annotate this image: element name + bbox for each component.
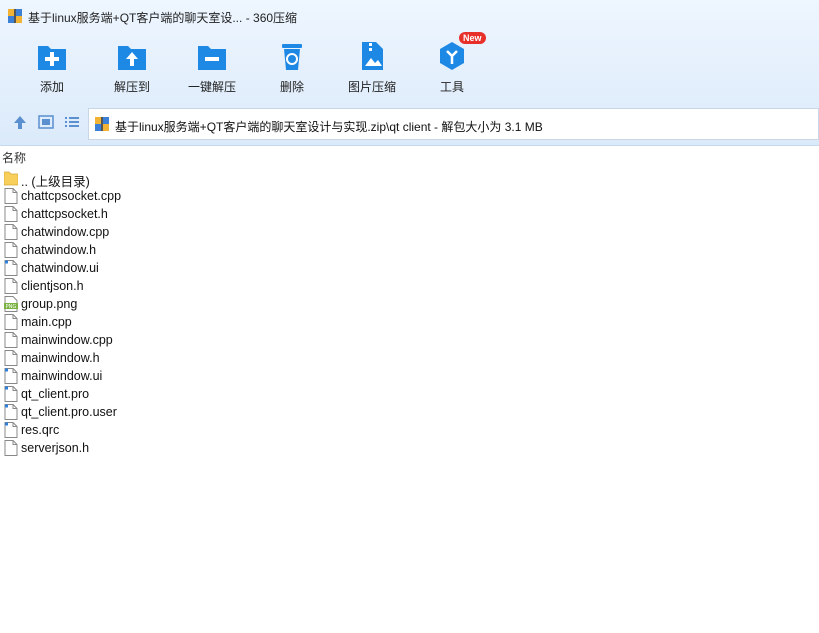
file-name: qt_client.pro.user	[21, 405, 117, 419]
file-name: clientjson.h	[21, 279, 84, 293]
tools-label: 工具	[439, 80, 464, 94]
app-icon	[8, 9, 22, 23]
title-bar: 基于linux服务端+QT客户端的聊天室设... - 360压缩	[0, 0, 819, 32]
file-row[interactable]: mainwindow.h	[0, 349, 819, 367]
file-icon	[4, 206, 18, 222]
extract-to-label: 解压到	[113, 80, 150, 94]
file-name: chatwindow.ui	[21, 261, 99, 275]
file-name: chattcpsocket.cpp	[21, 189, 122, 203]
file-name: chatwindow.h	[21, 243, 97, 257]
file-row[interactable]: serverjson.h	[0, 439, 819, 457]
file-list: .. (上级目录) chattcpsocket.cpp chattcpsocket.…	[0, 169, 819, 457]
file-icon	[4, 188, 18, 204]
top-area: 基于linux服务端+QT客户端的聊天室设... - 360压缩 添加 解压到 …	[0, 0, 819, 146]
tools-button[interactable]: New 工具	[417, 32, 487, 98]
png-file-icon: PNG	[4, 296, 18, 312]
quick-extract-label: 一键解压	[187, 80, 236, 94]
extract-to-icon	[118, 46, 146, 70]
add-icon	[38, 46, 66, 70]
file-row[interactable]: chatwindow.ui	[0, 259, 819, 277]
file-name: mainwindow.h	[21, 351, 100, 365]
file-row[interactable]: clientjson.h	[0, 277, 819, 295]
up-arrow-icon[interactable]	[11, 113, 29, 131]
file-row[interactable]: chatwindow.h	[0, 241, 819, 259]
file-name: chatwindow.cpp	[21, 225, 110, 239]
quick-extract-icon	[198, 46, 226, 70]
file-icon	[4, 440, 18, 456]
file-icon	[4, 278, 18, 294]
file-icon	[4, 386, 18, 402]
thumbnail-view-icon[interactable]	[37, 113, 55, 131]
extract-to-button[interactable]: 解压到	[97, 36, 167, 98]
add-button[interactable]: 添加	[17, 36, 87, 98]
window-title: 基于linux服务端+QT客户端的聊天室设... - 360压缩	[28, 11, 298, 25]
file-row[interactable]: chattcpsocket.cpp	[0, 187, 819, 205]
file-row[interactable]: chattcpsocket.h	[0, 205, 819, 223]
folder-icon	[3, 170, 19, 186]
file-icon	[4, 368, 18, 384]
image-compress-button[interactable]: 图片压缩	[337, 36, 407, 98]
svg-text:PNG: PNG	[6, 304, 17, 310]
list-view-icon[interactable]	[63, 113, 81, 131]
file-icon	[4, 260, 18, 276]
file-row[interactable]: main.cpp	[0, 313, 819, 331]
file-icon	[4, 404, 18, 420]
new-badge: New	[459, 32, 486, 44]
image-compress-icon	[362, 42, 383, 70]
file-row[interactable]: qt_client.pro.user	[0, 403, 819, 421]
delete-label: 删除	[279, 80, 304, 94]
archive-icon	[95, 117, 109, 131]
file-icon	[4, 224, 18, 240]
image-compress-label: 图片压缩	[347, 80, 396, 94]
file-row[interactable]: PNG group.png	[0, 295, 819, 313]
quick-extract-button[interactable]: 一键解压	[177, 36, 247, 98]
file-name: mainwindow.cpp	[21, 333, 113, 347]
file-name: serverjson.h	[21, 441, 90, 455]
column-header-name[interactable]: 名称	[0, 147, 819, 165]
file-row[interactable]: mainwindow.ui	[0, 367, 819, 385]
file-icon	[4, 314, 18, 330]
toolbar: 添加 解压到 一键解压 删除 图片压缩 New 工具	[0, 32, 819, 98]
path-bar[interactable]: 基于linux服务端+QT客户端的聊天室设计与实现.zip\qt client …	[88, 108, 819, 140]
column-name-label: 名称	[2, 151, 27, 165]
file-name: res.qrc	[21, 423, 60, 437]
file-row[interactable]: res.qrc	[0, 421, 819, 439]
file-icon	[4, 332, 18, 348]
file-row[interactable]: chatwindow.cpp	[0, 223, 819, 241]
file-icon	[4, 422, 18, 438]
navigation-bar: 基于linux服务端+QT客户端的聊天室设计与实现.zip\qt client …	[0, 106, 819, 140]
file-icon	[4, 242, 18, 258]
add-label: 添加	[39, 80, 64, 94]
file-name: mainwindow.ui	[21, 369, 103, 383]
parent-directory-row[interactable]: .. (上级目录)	[0, 169, 819, 189]
tools-icon	[440, 42, 464, 70]
path-text: 基于linux服务端+QT客户端的聊天室设计与实现.zip\qt client …	[115, 120, 543, 134]
delete-button[interactable]: 删除	[257, 36, 327, 98]
file-name: chattcpsocket.h	[21, 207, 108, 221]
file-name: main.cpp	[21, 315, 72, 329]
file-name: qt_client.pro	[21, 387, 90, 401]
delete-icon	[282, 44, 302, 70]
file-row[interactable]: qt_client.pro	[0, 385, 819, 403]
file-icon	[4, 350, 18, 366]
file-row[interactable]: mainwindow.cpp	[0, 331, 819, 349]
file-name: group.png	[21, 297, 78, 311]
